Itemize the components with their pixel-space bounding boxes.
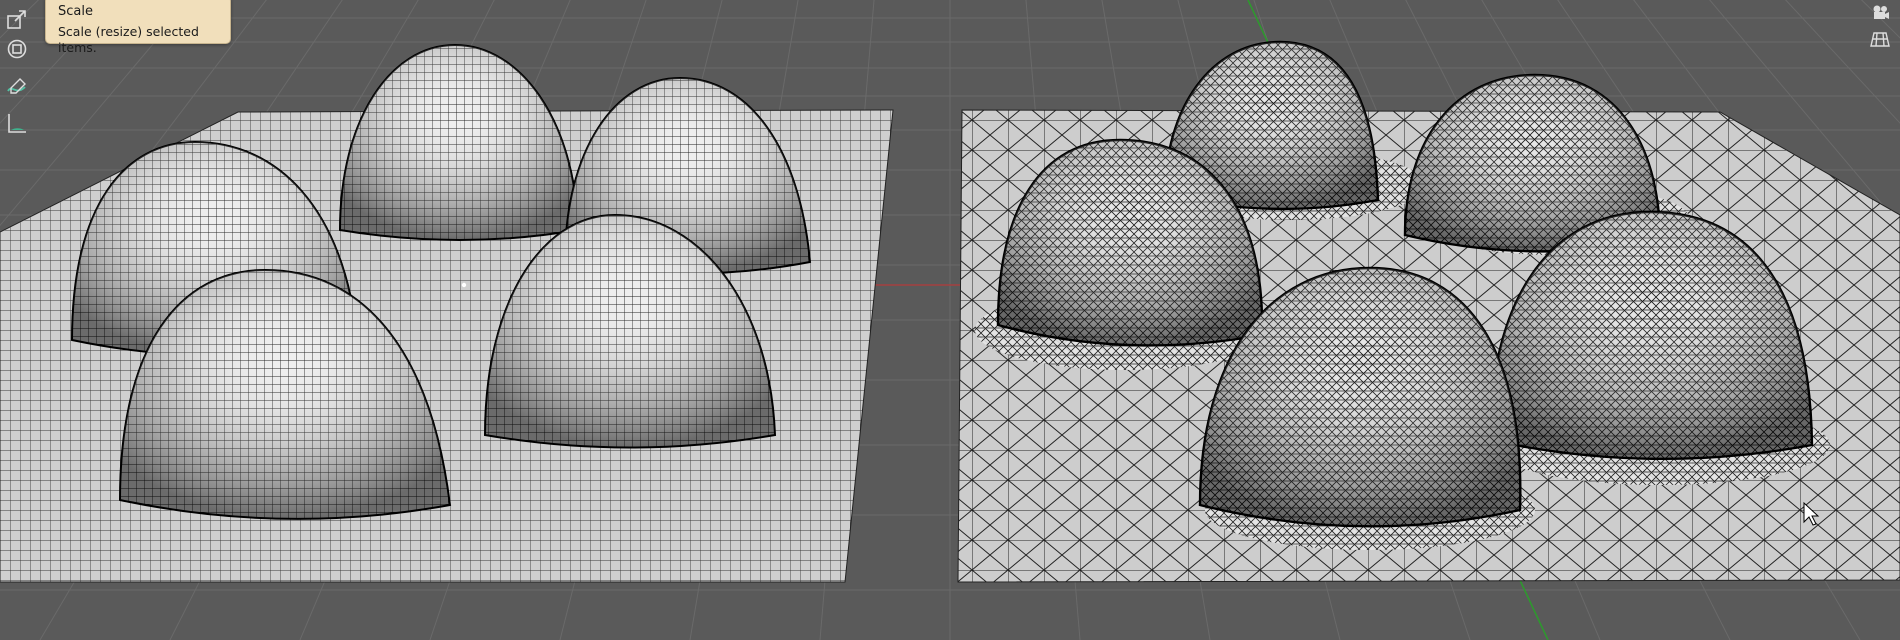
grid-icon bbox=[1870, 32, 1890, 47]
measure-icon bbox=[8, 114, 26, 133]
left-dome-back-center bbox=[338, 43, 580, 241]
tooltip-description: Scale (resize) selected items. bbox=[58, 24, 199, 55]
tool-tooltip: Scale Scale (resize) selected items. bbox=[45, 0, 231, 55]
camera-view-button[interactable] bbox=[1866, 0, 1894, 26]
scale-icon bbox=[7, 10, 26, 29]
right-mesh-object[interactable] bbox=[957, 40, 1900, 583]
3d-viewport[interactable] bbox=[0, 0, 1900, 640]
transform-tool-button[interactable] bbox=[0, 34, 34, 64]
transform-icon bbox=[7, 39, 27, 59]
tooltip-title: Scale bbox=[58, 4, 93, 19]
annotate-tool-button[interactable] bbox=[0, 72, 34, 102]
left-mesh-object[interactable] bbox=[0, 43, 894, 583]
measure-tool-button[interactable] bbox=[0, 108, 34, 138]
toggle-ortho-button[interactable] bbox=[1866, 26, 1894, 52]
annotate-icon bbox=[7, 78, 26, 94]
scale-tool-button[interactable] bbox=[0, 4, 34, 34]
camera-icon bbox=[1873, 5, 1889, 19]
